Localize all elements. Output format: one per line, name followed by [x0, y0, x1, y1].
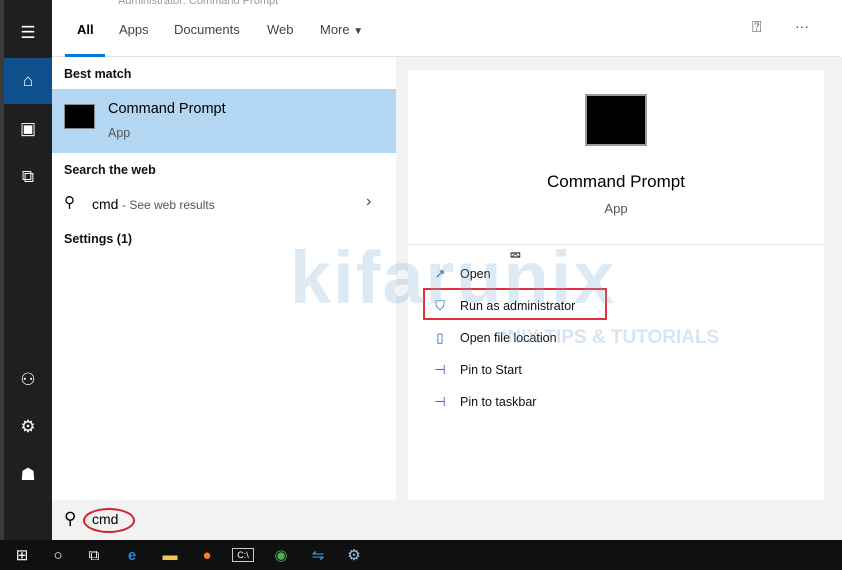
- search-bar: ⚲: [52, 500, 842, 540]
- best-match-title: Command Prompt: [108, 101, 226, 117]
- tab-all[interactable]: All: [77, 22, 94, 37]
- best-match-header: Best match: [64, 67, 132, 81]
- tab-more-label: More: [320, 22, 350, 37]
- filter-tabs: All Apps Documents Web More ▼ ⍰ ···: [52, 6, 840, 57]
- best-match-item[interactable]: Command Prompt App: [52, 89, 396, 153]
- watermark-logo: kifarunix: [290, 236, 617, 319]
- search-icon: ⚲: [64, 194, 75, 211]
- file-location-icon: ▯: [436, 330, 444, 345]
- settings-header[interactable]: Settings (1): [64, 232, 132, 246]
- add-user-icon[interactable]: ⚇: [4, 357, 52, 403]
- search-web-header: Search the web: [64, 163, 156, 177]
- more-options-button[interactable]: ···: [795, 18, 809, 34]
- tab-web[interactable]: Web: [267, 22, 294, 37]
- devices-icon[interactable]: ⧉: [4, 154, 52, 200]
- gear-icon[interactable]: ⚙: [4, 404, 52, 450]
- best-match-subtitle: App: [108, 126, 131, 140]
- web-result-item[interactable]: ⚲ cmd - See web results ›: [52, 189, 396, 219]
- home-icon[interactable]: ⌂: [4, 58, 52, 104]
- mouse-cursor-icon: ⮹: [509, 248, 522, 265]
- edge-icon[interactable]: e: [121, 544, 143, 566]
- preview-title: Command Prompt: [547, 172, 685, 191]
- pin-icon: ⊣: [434, 362, 446, 377]
- network-app-icon[interactable]: ⇋: [307, 544, 329, 566]
- action-pin-to-start[interactable]: ⊣ Pin to Start: [432, 362, 522, 378]
- preview-subtitle: App: [604, 201, 628, 216]
- action-label: Pin to taskbar: [460, 395, 537, 409]
- settings-app-icon[interactable]: ⚙: [343, 544, 365, 566]
- web-query: cmd: [92, 196, 119, 212]
- pin-icon: ⊣: [434, 394, 446, 409]
- search-input[interactable]: [92, 511, 792, 527]
- tab-apps[interactable]: Apps: [119, 22, 149, 37]
- firefox-icon[interactable]: ●: [196, 544, 218, 566]
- chevron-right-icon[interactable]: ›: [366, 193, 371, 211]
- web-suffix: - See web results: [122, 198, 215, 212]
- cmd-app-large-icon: [585, 94, 647, 146]
- search-icon: ⚲: [64, 509, 77, 528]
- hamburger-icon[interactable]: ☰: [4, 10, 52, 56]
- action-pin-to-taskbar[interactable]: ⊣ Pin to taskbar: [432, 394, 536, 410]
- feedback-icon[interactable]: ⍰: [752, 19, 762, 37]
- windows-start-icon[interactable]: ⊞: [11, 544, 33, 566]
- taskbar: ⊞ ○ ⧉ e ▬ ● C:\ ◉ ⇋ ⚙: [0, 540, 842, 570]
- cortana-icon[interactable]: ○: [47, 544, 69, 566]
- left-rail: ☰ ⌂ ▣ ⧉ ⚇ ⚙ ☗: [0, 0, 52, 540]
- chrome-icon[interactable]: ◉: [270, 544, 292, 566]
- cmd-app-icon: [64, 104, 95, 129]
- feedback-icon[interactable]: ☗: [4, 452, 52, 498]
- command-prompt-icon[interactable]: C:\: [232, 548, 254, 562]
- tab-more[interactable]: More ▼: [320, 22, 363, 37]
- action-label: Pin to Start: [460, 363, 522, 377]
- task-view-icon[interactable]: ⧉: [83, 544, 105, 566]
- file-explorer-icon[interactable]: ▬: [159, 544, 181, 566]
- watermark-tagline: *NIX TIPS & TUTORIALS: [500, 327, 720, 348]
- tab-documents[interactable]: Documents: [174, 22, 240, 37]
- caret-down-icon: ▼: [353, 26, 364, 37]
- notebook-icon[interactable]: ▣: [4, 106, 52, 152]
